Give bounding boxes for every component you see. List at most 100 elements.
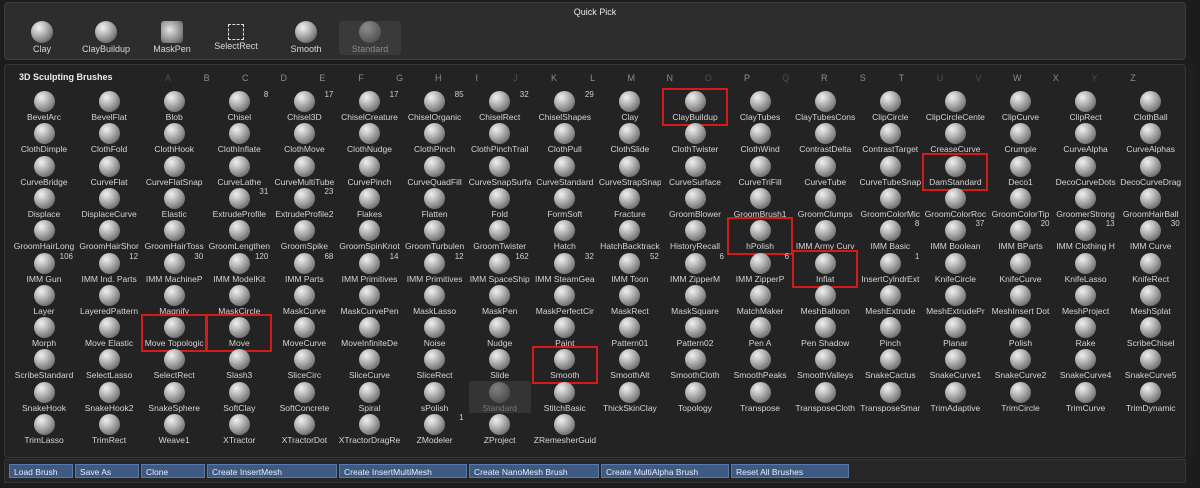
- brush-smooth[interactable]: Smooth: [534, 348, 596, 380]
- brush-moveinfinitede[interactable]: MoveInfiniteDe: [339, 316, 401, 348]
- brush-inflat[interactable]: Inflat: [794, 252, 856, 284]
- letter-index-d[interactable]: D: [277, 73, 291, 83]
- brush-thickskinclay[interactable]: ThickSkinClay: [599, 381, 661, 413]
- brush-clothhook[interactable]: ClothHook: [143, 122, 205, 154]
- brush-contrastdelta[interactable]: ContrastDelta: [794, 122, 856, 154]
- brush-meshinsert-dot[interactable]: MeshInsert Dot: [990, 284, 1052, 316]
- brush-magnify[interactable]: Magnify: [143, 284, 205, 316]
- brush-matchmaker[interactable]: MatchMaker: [729, 284, 791, 316]
- letter-index-m[interactable]: M: [624, 73, 638, 83]
- brush-maskperfectcir[interactable]: MaskPerfectCir: [534, 284, 596, 316]
- brush-noise[interactable]: Noise: [404, 316, 466, 348]
- brush-rake[interactable]: Rake: [1055, 316, 1117, 348]
- brush-bevelflat[interactable]: BevelFlat: [78, 90, 140, 122]
- brush-displacecurve[interactable]: DisplaceCurve: [78, 187, 140, 219]
- letter-index-b[interactable]: B: [200, 73, 214, 83]
- brush-zproject[interactable]: ZProject: [469, 413, 531, 445]
- brush-knifecurve[interactable]: KnifeCurve: [990, 252, 1052, 284]
- brush-curvepinch[interactable]: CurvePinch: [339, 155, 401, 187]
- quick-pick-clay[interactable]: Clay: [11, 21, 73, 55]
- brush-zremesherguid[interactable]: ZRemesherGuid: [534, 413, 596, 445]
- create-nanomesh-brush-button[interactable]: Create NanoMesh Brush: [469, 464, 599, 478]
- reset-all-brushes-button[interactable]: Reset All Brushes: [731, 464, 849, 478]
- brush-snakecurve5[interactable]: SnakeCurve5: [1120, 348, 1182, 380]
- brush-morph[interactable]: Morph: [13, 316, 75, 348]
- brush-maskcurve[interactable]: MaskCurve: [273, 284, 335, 316]
- quick-pick-maskpen[interactable]: MaskPen: [141, 21, 203, 55]
- brush-xtractordot[interactable]: XTractorDot: [273, 413, 335, 445]
- clone-button[interactable]: Clone: [141, 464, 205, 478]
- letter-index-u[interactable]: U: [933, 73, 947, 83]
- brush-groomcolorroc[interactable]: GroomColorRoc: [924, 187, 986, 219]
- brush-xtractor[interactable]: XTractor: [208, 413, 270, 445]
- brush-planar[interactable]: Planar: [924, 316, 986, 348]
- brush-spolish[interactable]: sPolish: [404, 381, 466, 413]
- brush-imm-modelkit[interactable]: 120 IMM ModelKit: [208, 252, 270, 284]
- brush-maskpen[interactable]: MaskPen: [469, 284, 531, 316]
- brush-curvequadfill[interactable]: CurveQuadFill: [404, 155, 466, 187]
- brush-pen-shadow[interactable]: Pen Shadow: [794, 316, 856, 348]
- brush-groomhairtoss[interactable]: GroomHairToss: [143, 219, 205, 251]
- letter-index-f[interactable]: F: [354, 73, 368, 83]
- quick-pick-selectrect[interactable]: SelectRect: [205, 21, 267, 55]
- brush-imm-zipperp[interactable]: 6 IMM ZipperP: [729, 252, 791, 284]
- brush-damstandard[interactable]: DamStandard: [924, 155, 986, 187]
- brush-imm-army-curv[interactable]: IMM Army Curv: [794, 219, 856, 251]
- brush-claybuildup[interactable]: ClayBuildup: [664, 90, 726, 122]
- brush-clothball[interactable]: ClothBall: [1120, 90, 1182, 122]
- brush-clothwind[interactable]: ClothWind: [729, 122, 791, 154]
- brush-formsoft[interactable]: FormSoft: [534, 187, 596, 219]
- brush-claytubes[interactable]: ClayTubes: [729, 90, 791, 122]
- brush-curvebridge[interactable]: CurveBridge: [13, 155, 75, 187]
- brush-imm-parts[interactable]: 68 IMM Parts: [273, 252, 335, 284]
- brush-crumple[interactable]: Crumple: [990, 122, 1052, 154]
- brush-imm-primitives[interactable]: 14 IMM Primitives: [339, 252, 401, 284]
- brush-knifelasso[interactable]: KnifeLasso: [1055, 252, 1117, 284]
- brush-imm-steamgea[interactable]: 32 IMM SteamGea: [534, 252, 596, 284]
- letter-index-w[interactable]: W: [1010, 73, 1024, 83]
- brush-meshsplat[interactable]: MeshSplat: [1120, 284, 1182, 316]
- brush-layeredpattern[interactable]: LayeredPattern: [78, 284, 140, 316]
- brush-topology[interactable]: Topology: [664, 381, 726, 413]
- letter-index-h[interactable]: H: [431, 73, 445, 83]
- brush-clothslide[interactable]: ClothSlide: [599, 122, 661, 154]
- brush-clothtwister[interactable]: ClothTwister: [664, 122, 726, 154]
- brush-smoothcloth[interactable]: SmoothCloth: [664, 348, 726, 380]
- brush-transpose[interactable]: Transpose: [729, 381, 791, 413]
- letter-index-q[interactable]: Q: [779, 73, 793, 83]
- brush-claytubescons[interactable]: ClayTubesCons: [794, 90, 856, 122]
- brush-imm-toon[interactable]: 52 IMM Toon: [599, 252, 661, 284]
- brush-snakecurve2[interactable]: SnakeCurve2: [990, 348, 1052, 380]
- letter-index-k[interactable]: K: [547, 73, 561, 83]
- brush-extrudeprofile[interactable]: 31 ExtrudeProfile: [208, 187, 270, 219]
- quick-pick-standard[interactable]: Standard: [339, 21, 401, 55]
- brush-polish[interactable]: Polish: [990, 316, 1052, 348]
- brush-curvemultitube[interactable]: CurveMultiTube: [273, 155, 335, 187]
- brush-imm-basic[interactable]: 8 IMM Basic: [859, 219, 921, 251]
- brush-snakehook[interactable]: SnakeHook: [13, 381, 75, 413]
- brush-extrudeprofile2[interactable]: 23 ExtrudeProfile2: [273, 187, 335, 219]
- brush-trimrect[interactable]: TrimRect: [78, 413, 140, 445]
- brush-meshextrude[interactable]: MeshExtrude: [859, 284, 921, 316]
- brush-groombrush1[interactable]: GroomBrush1: [729, 187, 791, 219]
- brush-clothpull[interactable]: ClothPull: [534, 122, 596, 154]
- brush-clothdimple[interactable]: ClothDimple: [13, 122, 75, 154]
- quick-pick-smooth[interactable]: Smooth: [275, 21, 337, 55]
- brush-clothnudge[interactable]: ClothNudge: [339, 122, 401, 154]
- brush-masksquare[interactable]: MaskSquare: [664, 284, 726, 316]
- letter-index-t[interactable]: T: [894, 73, 908, 83]
- brush-pattern01[interactable]: Pattern01: [599, 316, 661, 348]
- brush-clipcurve[interactable]: ClipCurve: [990, 90, 1052, 122]
- brush-deco1[interactable]: Deco1: [990, 155, 1052, 187]
- brush-move-elastic[interactable]: Move Elastic: [78, 316, 140, 348]
- brush-curveflat[interactable]: CurveFlat: [78, 155, 140, 187]
- brush-scribechisel[interactable]: ScribeChisel: [1120, 316, 1182, 348]
- brush-groomspike[interactable]: GroomSpike: [273, 219, 335, 251]
- brush-pattern02[interactable]: Pattern02: [664, 316, 726, 348]
- letter-index-a[interactable]: A: [161, 73, 175, 83]
- brush-imm-gun[interactable]: 106 IMM Gun: [13, 252, 75, 284]
- brush-flatten[interactable]: Flatten: [404, 187, 466, 219]
- brush-clothpinch[interactable]: ClothPinch: [404, 122, 466, 154]
- letter-index-j[interactable]: J: [508, 73, 522, 83]
- brush-standard[interactable]: Standard: [468, 380, 531, 413]
